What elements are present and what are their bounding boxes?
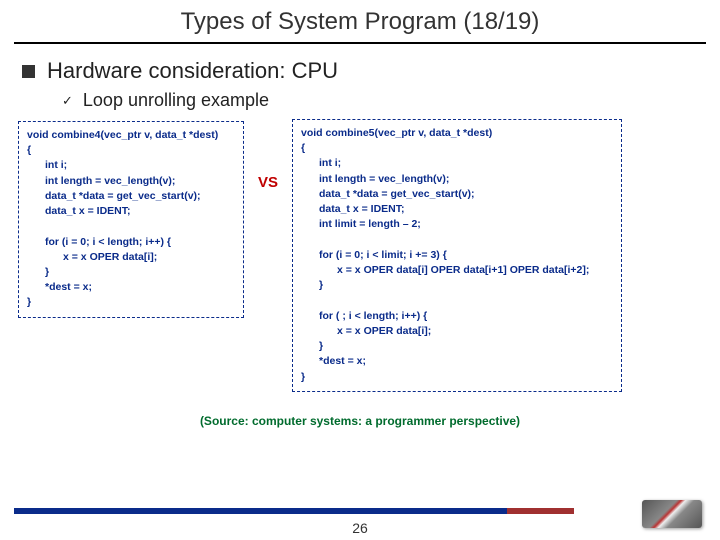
bullet-text-1: Hardware consideration: CPU	[47, 58, 338, 84]
title-rule	[14, 42, 706, 44]
code-line: {	[301, 142, 305, 154]
code-line: for (i = 0; i < length; i++) {	[27, 235, 235, 250]
code-line: }	[27, 296, 31, 308]
footer-bar	[14, 508, 574, 514]
code-box-left: void combine4(vec_ptr v, data_t *dest) {…	[18, 121, 244, 318]
code-line: int i;	[301, 156, 613, 171]
code-line: *dest = x;	[27, 280, 235, 295]
source-citation: (Source: computer systems: a programmer …	[0, 414, 720, 428]
code-line: for (i = 0; i < limit; i += 3) {	[301, 248, 613, 263]
code-line: data_t *data = get_vec_start(v);	[301, 187, 613, 202]
check-icon: ✓	[62, 93, 73, 109]
code-line: int i;	[27, 158, 235, 173]
code-line: data_t x = IDENT;	[301, 202, 613, 217]
code-line: x = x OPER data[i] OPER data[i+1] OPER d…	[301, 263, 613, 278]
slide-title: Types of System Program (18/19)	[0, 0, 720, 42]
sub-bullet-text-1: Loop unrolling example	[83, 90, 269, 111]
code-line: x = x OPER data[i];	[301, 324, 613, 339]
code-line: for ( ; i < length; i++) {	[301, 309, 613, 324]
code-line: x = x OPER data[i];	[27, 250, 235, 265]
code-line: {	[27, 144, 31, 156]
code-line: int limit = length – 2;	[301, 217, 613, 232]
code-line: data_t *data = get_vec_start(v);	[27, 189, 235, 204]
code-line: void combine4(vec_ptr v, data_t *dest)	[27, 129, 218, 141]
vs-column: VS	[244, 119, 292, 191]
code-line: }	[27, 265, 235, 280]
square-bullet-icon	[22, 65, 35, 78]
code-line: *dest = x;	[301, 354, 613, 369]
code-line: }	[301, 371, 305, 383]
bullet-row-1: Hardware consideration: CPU	[22, 58, 720, 84]
sub-bullet-row-1: ✓ Loop unrolling example	[62, 90, 720, 111]
code-line: data_t x = IDENT;	[27, 204, 235, 219]
footer: 26	[0, 494, 720, 540]
vs-label: VS	[258, 174, 278, 191]
page-number: 26	[0, 520, 720, 536]
code-line: }	[301, 339, 613, 354]
code-line: void combine5(vec_ptr v, data_t *dest)	[301, 127, 492, 139]
code-line: int length = vec_length(v);	[27, 174, 235, 189]
code-line: int length = vec_length(v);	[301, 172, 613, 187]
code-area: void combine4(vec_ptr v, data_t *dest) {…	[18, 119, 702, 392]
logo-icon	[642, 500, 702, 528]
code-line: }	[301, 278, 613, 293]
code-box-right: void combine5(vec_ptr v, data_t *dest) {…	[292, 119, 622, 392]
